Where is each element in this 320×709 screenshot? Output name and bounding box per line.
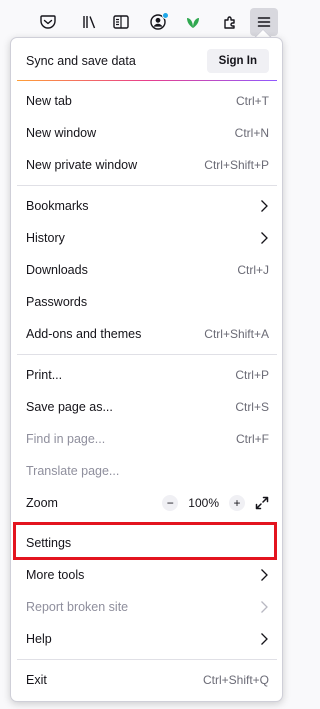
menu-item-new-window[interactable]: New window Ctrl+N: [17, 117, 277, 149]
menu-item-label: Passwords: [26, 295, 88, 309]
menu-item-print[interactable]: Print... Ctrl+P: [17, 359, 277, 391]
sync-row: Sync and save data Sign In: [17, 45, 277, 77]
menu-item-label: Save page as...: [26, 400, 113, 414]
menu-item-shortcut: Ctrl+N: [234, 126, 269, 140]
extension-leaf-icon[interactable]: [179, 8, 207, 36]
menu-item-zoom: Zoom − 100% +: [17, 487, 277, 519]
menu-item-new-private-window[interactable]: New private window Ctrl+Shift+P: [17, 149, 277, 181]
menu-item-shortcut: Ctrl+F: [236, 432, 269, 446]
account-icon[interactable]: [144, 8, 172, 36]
menu-item-label: Exit: [26, 673, 47, 687]
menu-item-label: History: [26, 231, 65, 245]
reader-view-icon[interactable]: [107, 8, 135, 36]
menu-item-label: Translate page...: [26, 464, 120, 478]
menu-item-label: Add-ons and themes: [26, 327, 142, 341]
menu-item-shortcut: Ctrl+Shift+P: [204, 158, 269, 172]
menu-item-shortcut: Ctrl+S: [235, 400, 269, 414]
menu-item-label: New window: [26, 126, 97, 140]
menu-item-shortcut: Ctrl+Shift+Q: [202, 673, 269, 687]
menu-item-label: New private window: [26, 158, 138, 172]
menu-item-shortcut: Ctrl+T: [236, 94, 269, 108]
menu-item-label: New tab: [26, 94, 72, 108]
menu-separator: [17, 522, 277, 523]
zoom-label: Zoom: [26, 496, 58, 510]
extensions-puzzle-icon[interactable]: [216, 8, 244, 36]
menu-separator: [17, 659, 277, 660]
chevron-right-icon: [261, 232, 268, 244]
pocket-icon[interactable]: [34, 8, 62, 36]
app-menu-panel: Sync and save data Sign In New tab Ctrl+…: [10, 37, 283, 702]
menu-item-translate-page: Translate page...: [17, 455, 277, 487]
menu-separator: [17, 185, 277, 186]
menu-item-report-broken-site: Report broken site: [17, 591, 277, 623]
menu-item-settings[interactable]: Settings: [17, 527, 277, 559]
menu-item-label: Help: [26, 632, 52, 646]
zoom-in-button[interactable]: +: [229, 495, 245, 511]
menu-item-find-in-page[interactable]: Find in page... Ctrl+F: [17, 423, 277, 455]
sync-label: Sync and save data: [26, 54, 136, 68]
menu-item-downloads[interactable]: Downloads Ctrl+J: [17, 254, 277, 286]
notification-badge: [162, 12, 169, 19]
menu-item-label: Settings: [26, 536, 72, 550]
menu-item-shortcut: Ctrl+J: [237, 263, 269, 277]
menu-item-label: Downloads: [26, 263, 88, 277]
library-icon[interactable]: [76, 8, 104, 36]
menu-item-label: Find in page...: [26, 432, 106, 446]
menu-item-new-tab[interactable]: New tab Ctrl+T: [17, 85, 277, 117]
menu-item-exit[interactable]: Exit Ctrl+Shift+Q: [17, 664, 277, 696]
zoom-out-button[interactable]: −: [162, 495, 179, 511]
sync-separator: [17, 80, 277, 81]
menu-item-addons[interactable]: Add-ons and themes Ctrl+Shift+A: [17, 318, 277, 350]
zoom-level[interactable]: 100%: [188, 496, 219, 510]
menu-item-save-page[interactable]: Save page as... Ctrl+S: [17, 391, 277, 423]
chevron-right-icon: [261, 200, 268, 212]
menu-item-history[interactable]: History: [17, 222, 277, 254]
menu-item-label: More tools: [26, 568, 85, 582]
menu-item-shortcut: Ctrl+P: [235, 368, 269, 382]
menu-item-label: Report broken site: [26, 600, 129, 614]
menu-item-label: Bookmarks: [26, 199, 89, 213]
menu-item-passwords[interactable]: Passwords: [17, 286, 277, 318]
menu-item-bookmarks[interactable]: Bookmarks: [17, 190, 277, 222]
menu-item-label: Print...: [26, 368, 63, 382]
menu-item-more-tools[interactable]: More tools: [17, 559, 277, 591]
chevron-right-icon: [261, 569, 268, 581]
chevron-right-icon: [261, 601, 268, 613]
fullscreen-icon[interactable]: [255, 496, 269, 510]
zoom-controls: − 100% +: [162, 495, 269, 511]
menu-separator: [17, 354, 277, 355]
menu-item-help[interactable]: Help: [17, 623, 277, 655]
chevron-right-icon: [261, 633, 268, 645]
sign-in-button[interactable]: Sign In: [206, 49, 269, 73]
menu-item-shortcut: Ctrl+Shift+A: [204, 327, 269, 341]
